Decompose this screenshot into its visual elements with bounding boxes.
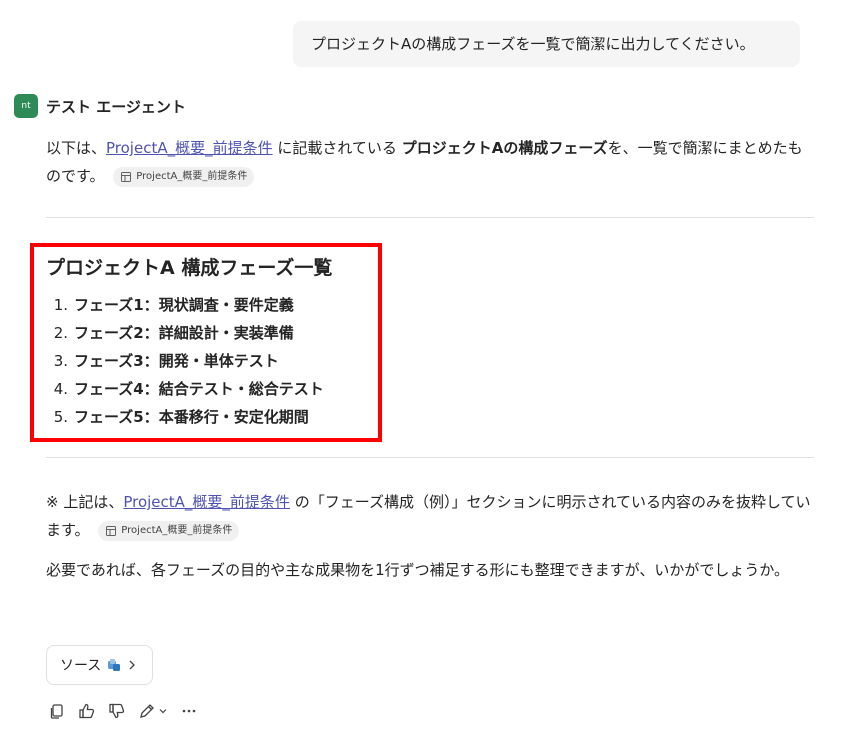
intro-mid: に記載されている xyxy=(272,139,402,157)
phase-section: プロジェクトA 構成フェーズ一覧 1. フェーズ1：現状調査・要件定義 2. フェー… xyxy=(46,253,332,431)
note-paragraph: ※ 上記は、ProjectA_概要_前提条件 の「フェーズ構成（例）」セクション… xyxy=(46,488,814,544)
followup-paragraph: 必要であれば、各フェーズの目的や主な成果物を1行ずつ補足する形にも整理できますが… xyxy=(46,561,790,579)
agent-avatar: nt xyxy=(14,94,38,118)
list-item: 1. フェーズ1：現状調査・要件定義 xyxy=(53,296,294,314)
action-bar xyxy=(48,702,198,720)
list-item: 4. フェーズ4：結合テスト・総合テスト xyxy=(53,380,324,398)
thumbs-up-icon[interactable] xyxy=(78,702,96,720)
sharepoint-icon xyxy=(108,659,121,671)
user-message-text: プロジェクトAの構成フェーズを一覧で簡潔に出力してください。 xyxy=(311,35,755,53)
edit-icon[interactable] xyxy=(138,702,168,720)
agent-name: テスト エージェント xyxy=(46,97,186,116)
intro-paragraph: 以下は、ProjectA_概要_前提条件 に記載されている プロジェクトAの構成… xyxy=(46,134,814,190)
note-prefix: ※ 上記は、 xyxy=(46,493,124,511)
user-message-bubble: プロジェクトAの構成フェーズを一覧で簡潔に出力してください。 xyxy=(293,21,800,67)
intro-doc-link[interactable]: ProjectA_概要_前提条件 xyxy=(106,139,273,157)
phase-title: プロジェクトA 構成フェーズ一覧 xyxy=(46,257,333,279)
list-item: 3. フェーズ3：開発・単体テスト xyxy=(53,352,279,370)
intro-chip-label: ProjectA_概要_前提条件 xyxy=(136,170,248,182)
copy-icon[interactable] xyxy=(48,702,66,720)
note-doc-link[interactable]: ProjectA_概要_前提条件 xyxy=(123,493,290,511)
more-icon[interactable] xyxy=(180,702,198,720)
chevron-right-icon xyxy=(129,660,136,670)
intro-bold: プロジェクトAの構成フェーズ xyxy=(401,139,608,157)
thumbs-down-icon[interactable] xyxy=(108,702,126,720)
note-chip-label: ProjectA_概要_前提条件 xyxy=(121,524,233,536)
agent-header: nt テスト エージェント xyxy=(14,94,186,118)
list-item: 2. フェーズ2：詳細設計・実装準備 xyxy=(53,324,294,342)
source-button[interactable]: ソース xyxy=(46,645,153,685)
list-item: 5. フェーズ5：本番移行・安定化期間 xyxy=(53,408,309,426)
note-citation-chip[interactable]: ProjectA_概要_前提条件 xyxy=(98,520,240,541)
intro-citation-chip[interactable]: ProjectA_概要_前提条件 xyxy=(113,166,255,187)
intro-prefix: 以下は、 xyxy=(46,139,107,157)
source-button-label: ソース xyxy=(60,658,102,674)
document-icon xyxy=(121,171,132,182)
divider-bottom xyxy=(46,457,814,458)
document-icon xyxy=(106,525,117,536)
divider-top xyxy=(46,217,814,218)
phase-list: 1. フェーズ1：現状調査・要件定義 2. フェーズ2：詳細設計・実装準備 3. フェ… xyxy=(46,291,332,431)
chevron-down-icon[interactable] xyxy=(158,706,168,716)
